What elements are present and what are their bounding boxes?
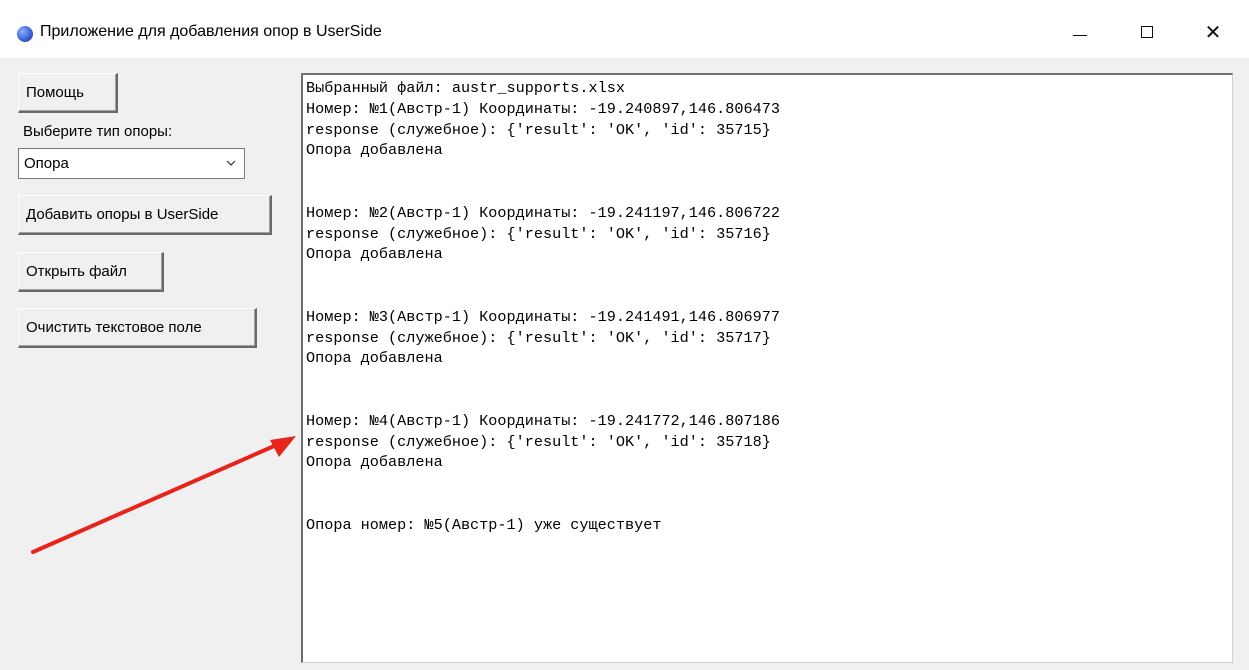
output-blank-line [306, 182, 780, 203]
help-button[interactable]: Помощь [18, 73, 118, 113]
app-window: Приложение для добавления опор в UserSid… [0, 0, 1249, 670]
output-line: response (служебное): {'result': 'OK', '… [306, 432, 771, 451]
output-line: response (служебное): {'result': 'OK', '… [306, 224, 771, 243]
support-type-value: Опора [24, 155, 69, 172]
output-blank-line [306, 265, 780, 286]
output-line: Опора добавлена [306, 141, 443, 160]
output-line: Опора номер: №5(Австр-1) уже существует [306, 515, 662, 534]
output-blank-line [306, 286, 780, 307]
output-blank-line [306, 369, 780, 390]
clear-text-button[interactable]: Очистить текстовое поле [18, 308, 257, 348]
maximize-button[interactable] [1124, 12, 1170, 52]
app-globe-icon [17, 26, 33, 42]
close-icon: ✕ [1204, 20, 1222, 44]
chevron-down-icon [226, 160, 236, 166]
red-arrow-shaft [31, 441, 283, 554]
title-bar[interactable]: Приложение для добавления опор в UserSid… [0, 0, 1249, 58]
output-blank-line [306, 473, 780, 494]
maximize-icon [1141, 26, 1153, 38]
output-line: Номер: №3(Австр-1) Координаты: -19.24149… [306, 307, 780, 326]
add-supports-button[interactable]: Добавить опоры в UserSide [18, 195, 272, 235]
output-line: Опора добавлена [306, 245, 443, 264]
minimize-button[interactable] [1057, 12, 1103, 52]
output-blank-line [306, 494, 780, 515]
output-text-area[interactable]: Выбранный файл: austr_supports.xlsx Номер… [301, 73, 1233, 663]
output-line: Номер: №1(Австр-1) Координаты: -19.24089… [306, 99, 780, 118]
open-file-button[interactable]: Открыть файл [18, 252, 164, 292]
support-type-label: Выберите тип опоры: [23, 123, 173, 140]
output-lines: Выбранный файл: austr_supports.xlsx Номер… [306, 78, 780, 536]
minimize-icon [1073, 34, 1087, 36]
output-line: response (служебное): {'result': 'OK', '… [306, 328, 771, 347]
output-line: Номер: №4(Австр-1) Координаты: -19.24177… [306, 411, 780, 430]
support-type-select[interactable]: Опора [18, 148, 245, 179]
output-line: Опора добавлена [306, 453, 443, 472]
output-line: response (служебное): {'result': 'OK', '… [306, 120, 771, 139]
output-line: Выбранный файл: austr_supports.xlsx [306, 79, 625, 97]
close-button[interactable]: ✕ [1190, 12, 1236, 52]
output-blank-line [306, 161, 780, 182]
output-blank-line [306, 390, 780, 411]
output-line: Опора добавлена [306, 349, 443, 368]
window-title: Приложение для добавления опор в UserSid… [40, 23, 382, 40]
red-arrow-head [270, 436, 296, 457]
output-line: Номер: №2(Австр-1) Координаты: -19.24119… [306, 203, 780, 222]
